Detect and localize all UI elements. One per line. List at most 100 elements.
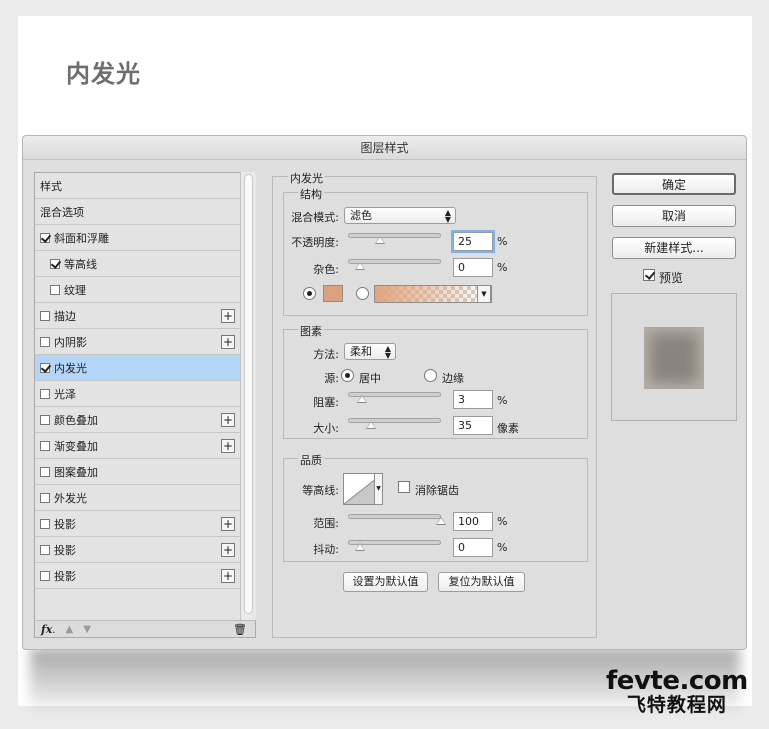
style-item-row[interactable]: 纹理 xyxy=(35,277,240,303)
slider-knob[interactable] xyxy=(357,395,368,403)
style-item-checkbox[interactable] xyxy=(40,570,50,581)
reset-default-button[interactable]: 复位为默认值 xyxy=(438,572,525,592)
style-item-checkbox[interactable] xyxy=(40,440,50,451)
range-slider[interactable] xyxy=(348,514,446,525)
styles-list-scrollbar[interactable] xyxy=(240,172,256,620)
preview-checkbox[interactable] xyxy=(643,269,655,281)
make-default-button[interactable]: 设置为默认值 xyxy=(343,572,428,592)
style-item-row[interactable]: 投影 + xyxy=(35,563,240,589)
updown-chevron-icon: ▲ ▼ xyxy=(444,208,451,224)
source-edge-radio[interactable] xyxy=(424,369,437,382)
opacity-input[interactable]: 25 xyxy=(453,232,493,251)
style-item-row[interactable]: 描边 + xyxy=(35,303,240,329)
style-item-checkbox[interactable] xyxy=(40,310,50,321)
layer-style-dialog: 图层样式 样式 混合选项 斜面和浮雕 等高线 纹理 描边 + 内阴影 + 内发光 光泽 颜色叠加 +… xyxy=(22,135,747,650)
updown-chevron-icon: ▲ ▼ xyxy=(384,344,391,360)
range-input[interactable]: 100 xyxy=(453,512,493,531)
add-effect-plus-icon[interactable]: + xyxy=(221,569,235,583)
choke-label: 阻塞: xyxy=(313,396,339,409)
style-item-label: 图案叠加 xyxy=(54,465,98,479)
add-effect-plus-icon[interactable]: + xyxy=(221,543,235,557)
styles-header-row[interactable]: 样式 xyxy=(35,173,240,199)
style-item-row[interactable]: 内阴影 + xyxy=(35,329,240,355)
add-effect-plus-icon[interactable]: + xyxy=(221,413,235,427)
cancel-button[interactable]: 取消 xyxy=(612,205,736,227)
slider-knob[interactable] xyxy=(436,517,446,525)
jitter-input[interactable]: 0 xyxy=(453,538,493,557)
style-item-checkbox[interactable] xyxy=(50,258,60,269)
glow-gradient-swatch[interactable] xyxy=(374,285,492,303)
add-effect-plus-icon[interactable]: + xyxy=(221,335,235,349)
style-item-checkbox[interactable] xyxy=(40,466,50,477)
style-item-row[interactable]: 等高线 xyxy=(35,251,240,277)
style-item-checkbox[interactable] xyxy=(50,284,60,295)
slider-knob[interactable] xyxy=(366,421,377,429)
add-effect-plus-icon[interactable]: + xyxy=(221,439,235,453)
style-item-label: 颜色叠加 xyxy=(54,413,98,427)
choke-unit: % xyxy=(497,394,508,407)
add-effect-plus-icon[interactable]: + xyxy=(221,517,235,531)
antialias-checkbox[interactable] xyxy=(398,481,410,493)
style-item-row[interactable]: 光泽 xyxy=(35,381,240,407)
style-item-checkbox[interactable] xyxy=(40,362,50,373)
add-effect-plus-icon[interactable]: + xyxy=(221,309,235,323)
size-input[interactable]: 35 xyxy=(453,416,493,435)
choke-slider[interactable] xyxy=(348,392,441,403)
move-down-icon[interactable]: ▼ xyxy=(83,624,91,635)
style-item-checkbox[interactable] xyxy=(40,336,50,347)
style-item-checkbox[interactable] xyxy=(40,414,50,425)
blend-options-label: 混合选项 xyxy=(40,205,84,219)
style-item-row[interactable]: 投影 + xyxy=(35,511,240,537)
jitter-label: 抖动: xyxy=(313,543,339,556)
opacity-slider[interactable] xyxy=(348,233,441,244)
noise-slider[interactable] xyxy=(348,259,441,270)
contour-dropdown-icon[interactable]: ▼ xyxy=(374,473,383,505)
preview-thumbnail xyxy=(644,327,704,389)
slider-knob[interactable] xyxy=(355,262,365,270)
size-slider[interactable] xyxy=(348,418,441,429)
contour-label: 等高线: xyxy=(302,484,339,497)
blend-options-row[interactable]: 混合选项 xyxy=(35,199,240,225)
slider-knob[interactable] xyxy=(375,236,386,244)
move-up-icon[interactable]: ▲ xyxy=(65,624,73,635)
source-center-label: 居中 xyxy=(359,372,381,385)
style-item-row[interactable]: 投影 + xyxy=(35,537,240,563)
blend-mode-select[interactable]: 滤色 ▲ ▼ xyxy=(344,207,456,224)
style-item-row[interactable]: 图案叠加 xyxy=(35,459,240,485)
opacity-label: 不透明度: xyxy=(291,236,339,249)
style-item-row[interactable]: 外发光 xyxy=(35,485,240,511)
quality-title: 品质 xyxy=(298,452,324,468)
style-item-checkbox[interactable] xyxy=(40,544,50,555)
ok-button[interactable]: 确定 xyxy=(612,173,736,195)
style-item-row[interactable]: 斜面和浮雕 xyxy=(35,225,240,251)
style-item-checkbox[interactable] xyxy=(40,388,50,399)
new-style-button[interactable]: 新建样式... xyxy=(612,237,736,259)
style-item-label: 斜面和浮雕 xyxy=(54,231,109,245)
gradient-mode-radio[interactable] xyxy=(356,287,369,300)
style-item-row[interactable]: 内发光 xyxy=(35,355,240,381)
noise-input[interactable]: 0 xyxy=(453,258,493,277)
trash-icon[interactable]: 🗑 xyxy=(233,623,247,636)
technique-value: 柔和 xyxy=(350,345,372,358)
range-unit: % xyxy=(497,515,508,528)
style-item-checkbox[interactable] xyxy=(40,492,50,503)
glow-color-swatch[interactable] xyxy=(323,285,343,302)
structure-title: 结构 xyxy=(298,186,324,202)
fx-button[interactable]: fx. xyxy=(41,623,55,636)
technique-select[interactable]: 柔和 ▲ ▼ xyxy=(344,343,396,360)
style-item-row[interactable]: 颜色叠加 + xyxy=(35,407,240,433)
watermark-url: fevte.com xyxy=(606,666,748,696)
color-mode-radio[interactable] xyxy=(303,287,316,300)
jitter-slider[interactable] xyxy=(348,540,441,551)
style-item-row[interactable]: 渐变叠加 + xyxy=(35,433,240,459)
watermark-site-name: 飞特教程网 xyxy=(626,694,727,716)
source-center-radio[interactable] xyxy=(341,369,354,382)
choke-input[interactable]: 3 xyxy=(453,390,493,409)
gradient-dropdown-icon[interactable]: ▼ xyxy=(477,285,491,303)
elements-title: 图素 xyxy=(298,323,324,339)
fx-menu-indicator: . xyxy=(52,624,56,636)
style-item-checkbox[interactable] xyxy=(40,518,50,529)
style-item-checkbox[interactable] xyxy=(40,232,50,243)
slider-knob[interactable] xyxy=(355,543,365,551)
scrollbar-thumb[interactable] xyxy=(244,174,253,614)
